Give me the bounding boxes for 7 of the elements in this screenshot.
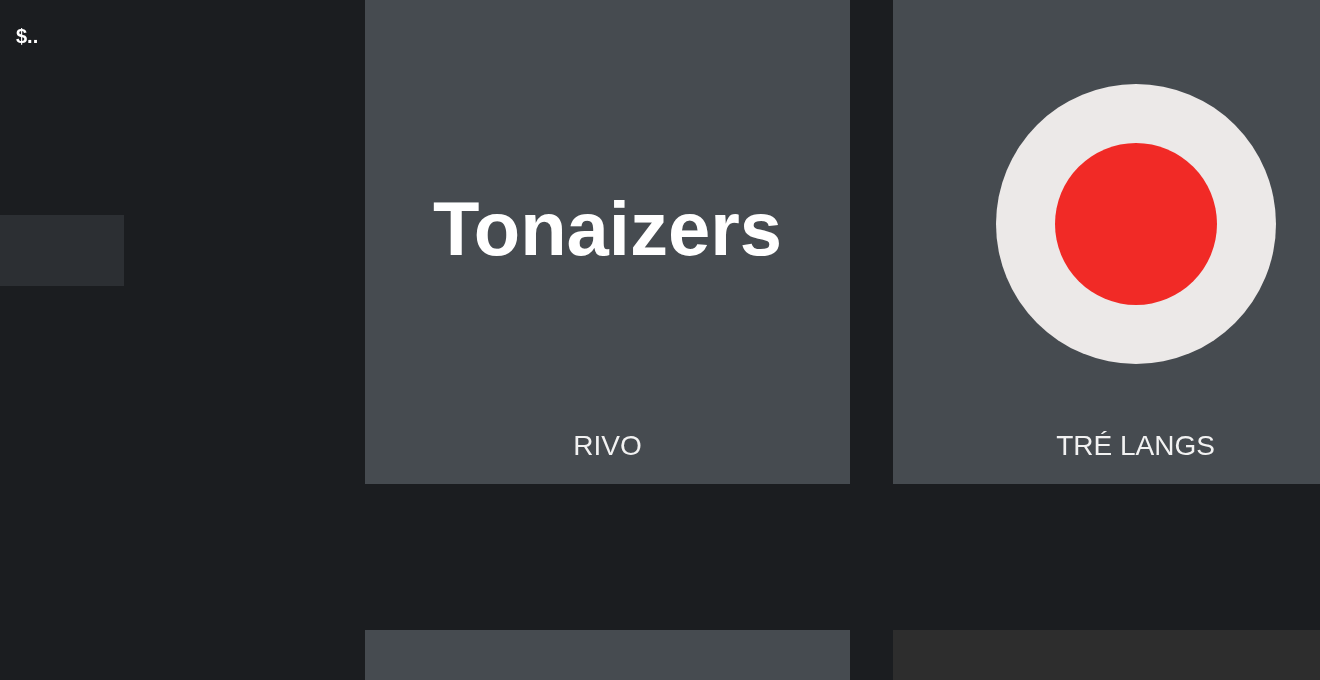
header-text: $.. <box>16 25 39 48</box>
tile-label: TRÉ LANGS <box>1056 430 1215 462</box>
tile-label: RIVO <box>573 430 642 462</box>
app-tile[interactable]: TRÉ LANGS <box>893 0 1320 484</box>
app-tile[interactable]: Tonaizers RIVO <box>365 0 850 484</box>
logo-text: Tonaizers <box>432 185 783 272</box>
record-icon <box>995 84 1276 364</box>
